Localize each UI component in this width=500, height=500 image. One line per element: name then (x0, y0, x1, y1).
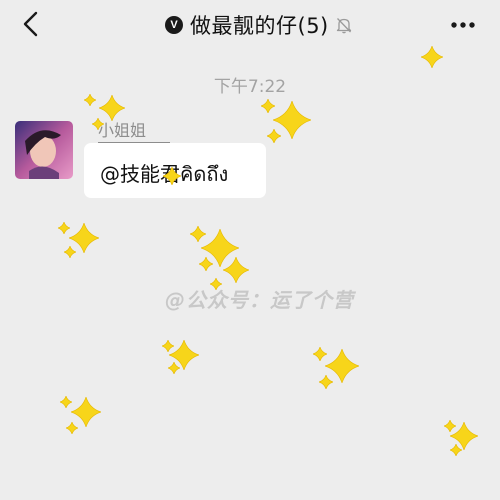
chat-title: 做最靓的仔(5) (190, 14, 329, 38)
sparkle-icon (444, 420, 456, 432)
bell-off-icon (336, 18, 351, 34)
more-dots-icon[interactable] (448, 14, 478, 36)
sparkle-icon (199, 257, 213, 271)
sparkle-icon (163, 167, 181, 185)
chevron-left-icon[interactable] (18, 10, 46, 38)
sparkle-icon (267, 129, 281, 143)
sparkle-icon (64, 246, 76, 258)
sparkle-icon (421, 46, 443, 68)
chat-header: V 做最靓的仔(5) (0, 0, 500, 52)
sparkle-icon (58, 222, 70, 234)
sparkle-icon (319, 375, 333, 389)
sparkle-icon (313, 347, 327, 361)
sparkle-icon (92, 118, 104, 130)
sparkle-icon (84, 94, 96, 106)
avatar-image (15, 121, 73, 179)
chat-title-group[interactable]: V 做最靓的仔(5) (165, 11, 353, 39)
sparkle-icon (261, 99, 275, 113)
sparkle-icon (66, 422, 78, 434)
watermark: @公众号：运了个营 (165, 288, 354, 312)
sparkle-icon (223, 257, 249, 283)
sparkle-icon (162, 340, 174, 352)
sparkle-icon (450, 444, 462, 456)
sparkle-icon (168, 362, 180, 374)
message-timestamp: 下午7:22 (213, 77, 287, 97)
avatar[interactable] (15, 121, 73, 179)
sparkle-icon (60, 396, 72, 408)
sparkle-icon (210, 278, 222, 290)
verified-badge-icon: V (165, 16, 183, 34)
sparkle-icon (190, 226, 206, 242)
